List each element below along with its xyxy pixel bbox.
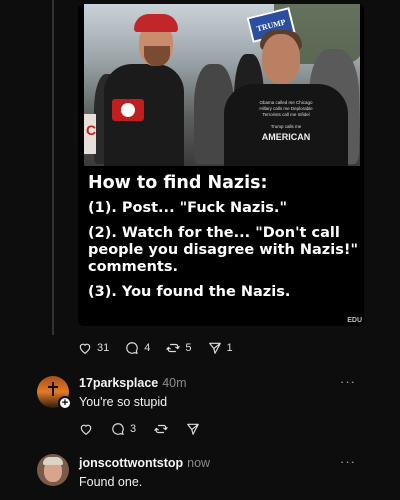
reply-username[interactable]: 17parksplace 40m [79, 376, 187, 390]
caption-step-1: (1). Post... "Fuck Nazis." [88, 200, 287, 216]
comment-icon [126, 342, 139, 355]
shirt-text: Obama called me Chicago Hillary calls me… [259, 100, 313, 142]
more-options-icon[interactable]: ··· [340, 374, 356, 389]
reply-text: You're so stupid [79, 395, 168, 409]
heart-icon [80, 424, 92, 435]
reply-username[interactable]: jonscottwontstop now [79, 456, 210, 470]
repost-button[interactable] [154, 422, 169, 436]
avatar[interactable] [37, 454, 69, 486]
share-button[interactable] [186, 422, 200, 436]
heart-icon [79, 343, 91, 354]
comment-button[interactable]: 4 [125, 341, 150, 355]
share-count: 1 [226, 342, 233, 354]
reply-actions: 3 [79, 422, 200, 436]
repost-button[interactable]: 5 [166, 341, 192, 355]
reply-timestamp: 40m [162, 376, 187, 390]
comment-icon [112, 423, 124, 436]
post-image[interactable]: C TRUMP Obama called me Chicago Hillary … [78, 4, 364, 326]
share-button[interactable]: 1 [208, 341, 233, 355]
red-sign: C [84, 114, 96, 154]
comment-button[interactable]: 3 [111, 422, 136, 436]
comment-count: 4 [144, 342, 151, 354]
send-icon [187, 423, 199, 435]
repost-count: 5 [185, 342, 192, 354]
reply-timestamp: now [187, 456, 211, 470]
send-icon [208, 342, 221, 354]
caption-title: How to find Nazis: [88, 173, 268, 193]
watermark: EDU [347, 317, 362, 324]
follow-plus-icon[interactable]: + [58, 396, 72, 410]
thread-line [52, 0, 54, 335]
red-cap [134, 14, 178, 32]
comment-count: 3 [130, 423, 137, 435]
repost-icon [154, 424, 169, 434]
like-count: 31 [97, 342, 110, 354]
caption-step-3: (3). You found the Nazis. [88, 284, 291, 300]
meme-caption: How to find Nazis: (1). Post... "Fuck Na… [88, 172, 360, 309]
more-options-icon[interactable]: ··· [340, 454, 356, 469]
like-button[interactable]: 31 [78, 341, 109, 355]
like-button[interactable] [79, 422, 93, 436]
reply-text: Found one. [79, 475, 143, 489]
repost-icon [166, 343, 181, 353]
caption-step-2: (2). Watch for the... "Don't call people… [88, 225, 358, 275]
post-actions: 31 4 5 1 [78, 340, 233, 356]
protest-photo: C TRUMP Obama called me Chicago Hillary … [84, 4, 360, 166]
